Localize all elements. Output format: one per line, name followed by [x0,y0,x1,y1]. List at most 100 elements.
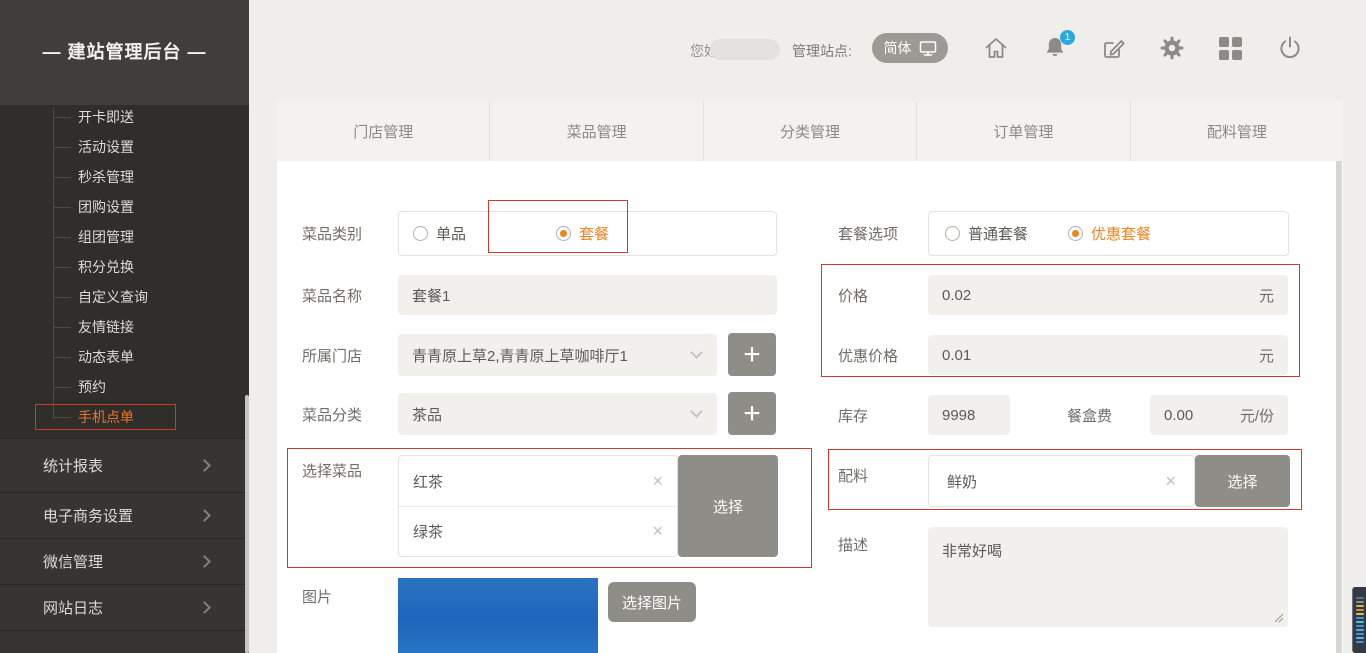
radio-label: 单品 [436,223,466,244]
select-dishes-button[interactable]: 选择 [678,455,778,557]
ext-widget-stripes[interactable] [1352,587,1366,653]
tab-store-manage[interactable]: 门店管理 [277,101,489,161]
dish-item-black-tea: 红茶 × [399,456,677,506]
sidebar-section-sitelog[interactable]: 网站日志 [0,585,249,631]
tab-order-manage[interactable]: 订单管理 [916,101,1129,161]
sidebar-item-seckill[interactable]: 秒杀管理 [0,162,249,192]
discount-price-value: 0.01 [942,347,971,364]
radio-label: 优惠套餐 [1091,223,1151,244]
dish-name-value: 套餐1 [412,285,450,306]
monitor-icon [919,40,937,57]
price-input[interactable]: 0.02 元 [928,275,1288,315]
store-select[interactable]: 青青原上草2,青青原上草咖啡厅1 [398,334,717,376]
bell-icon[interactable]: 1 [1041,34,1069,62]
discount-price-input[interactable]: 0.01 元 [928,335,1288,375]
username-redacted [710,39,780,60]
sidebar: — 建站管理后台 — 开卡即送 活动设置 秒杀管理 团购设置 组团管理 积分兑换… [0,0,249,653]
description-textarea[interactable]: 非常好喝 [928,527,1288,627]
close-icon[interactable]: × [1165,471,1176,492]
radio-label: 套餐 [579,223,609,244]
radio-discount-meal[interactable]: 优惠套餐 [1068,223,1151,244]
discount-price-unit: 元 [1259,345,1274,366]
sidebar-item-custom-query[interactable]: 自定义查询 [0,282,249,312]
stock-input[interactable]: 9998 [928,395,1010,435]
boxfee-input[interactable]: 0.00 元/份 [1150,395,1288,435]
chevron-right-icon [198,555,211,568]
dish-type-group: 单品 套餐 [398,211,777,256]
panel-scrollbar[interactable] [1336,161,1342,653]
plus-icon: + [743,338,761,372]
sidebar-scrollbar[interactable] [245,395,249,653]
sidebar-section-statistics[interactable]: 统计报表 [0,439,249,493]
power-icon[interactable] [1276,34,1304,62]
dish-class-label: 菜品分类 [302,393,362,435]
dish-image-thumbnail[interactable] [398,578,598,653]
stock-label: 库存 [838,395,868,435]
boxfee-label: 餐盒费 [1067,395,1112,435]
dish-name-input[interactable]: 套餐1 [398,275,777,315]
edit-icon[interactable] [1099,34,1127,62]
gear-icon[interactable] [1158,34,1186,62]
radio-label: 普通套餐 [968,223,1028,244]
sidebar-item-points[interactable]: 积分兑换 [0,252,249,282]
language-label: 简体 [884,38,912,58]
tab-ingredient-manage[interactable]: 配料管理 [1130,101,1343,161]
section-label: 网站日志 [43,597,103,618]
sidebar-section-ecommerce[interactable]: 电子商务设置 [0,493,249,539]
radio-off-icon [413,226,428,241]
description-label: 描述 [838,529,868,559]
sidebar-section-wechat[interactable]: 微信管理 [0,539,249,585]
app-title: — 建站管理后台 — [0,0,249,105]
notification-badge: 1 [1060,30,1075,45]
radio-on-icon [556,226,571,241]
price-label: 价格 [838,275,868,315]
add-store-button[interactable]: + [728,333,776,376]
language-switch-button[interactable]: 简体 [872,33,948,63]
chevron-right-icon [198,459,211,472]
dish-class-select[interactable]: 茶品 [398,393,717,435]
radio-normal-meal[interactable]: 普通套餐 [945,223,1028,244]
sidebar-item-links[interactable]: 友情链接 [0,312,249,342]
content-panel: 门店管理 菜品管理 分类管理 订单管理 配料管理 菜品类别 单品 套餐 菜品名称… [277,101,1343,653]
boxfee-value: 0.00 [1164,407,1193,424]
chevron-right-icon [198,509,211,522]
stock-value: 9998 [942,407,975,424]
screen: — 建站管理后台 — 开卡即送 活动设置 秒杀管理 团购设置 组团管理 积分兑换… [0,0,1366,653]
discount-price-label: 优惠价格 [838,335,898,375]
sidebar-item-mobile-order[interactable]: 手机点单 [0,402,249,432]
resize-handle-icon[interactable] [1274,613,1284,623]
plus-icon: + [743,397,761,431]
section-label: 微信管理 [43,551,103,572]
meal-option-label: 套餐选项 [838,211,898,256]
sidebar-header: — 建站管理后台 — [0,0,249,105]
sidebar-item-group-manage[interactable]: 组团管理 [0,222,249,252]
radio-set-meal[interactable]: 套餐 [556,223,609,244]
select-button-label: 选择 [713,496,743,517]
tab-category-manage[interactable]: 分类管理 [703,101,916,161]
apps-grid-icon[interactable] [1216,34,1244,62]
chevron-right-icon [198,601,211,614]
sidebar-item-dynamic-form[interactable]: 动态表单 [0,342,249,372]
dish-item-green-tea: 绿茶 × [399,506,677,556]
sidebar-item-reservation[interactable]: 预约 [0,372,249,402]
radio-on-icon [1068,226,1083,241]
sidebar-item-activity[interactable]: 活动设置 [0,132,249,162]
close-icon[interactable]: × [652,471,663,492]
select-image-button[interactable]: 选择图片 [608,582,696,622]
sidebar-submenu: 开卡即送 活动设置 秒杀管理 团购设置 组团管理 积分兑换 自定义查询 友情链接… [0,102,249,432]
ingredient-input[interactable]: 鲜奶 × [928,455,1195,507]
close-icon[interactable]: × [652,521,663,542]
tab-dish-manage[interactable]: 菜品管理 [489,101,702,161]
selected-dishes-list: 红茶 × 绿茶 × [398,455,678,557]
section-label: 统计报表 [43,455,103,476]
add-class-button[interactable]: + [728,392,776,435]
sidebar-item-card-gift[interactable]: 开卡即送 [0,102,249,132]
store-label: 所属门店 [302,334,362,376]
select-ingredient-button[interactable]: 选择 [1195,455,1290,507]
radio-single-dish[interactable]: 单品 [413,223,466,244]
sidebar-item-groupbuy[interactable]: 团购设置 [0,192,249,222]
select-button-label: 选择 [1227,471,1257,492]
sidebar-sections: 统计报表 电子商务设置 微信管理 网站日志 [0,438,249,653]
meal-option-group: 普通套餐 优惠套餐 [928,211,1289,256]
home-icon[interactable] [982,34,1010,62]
